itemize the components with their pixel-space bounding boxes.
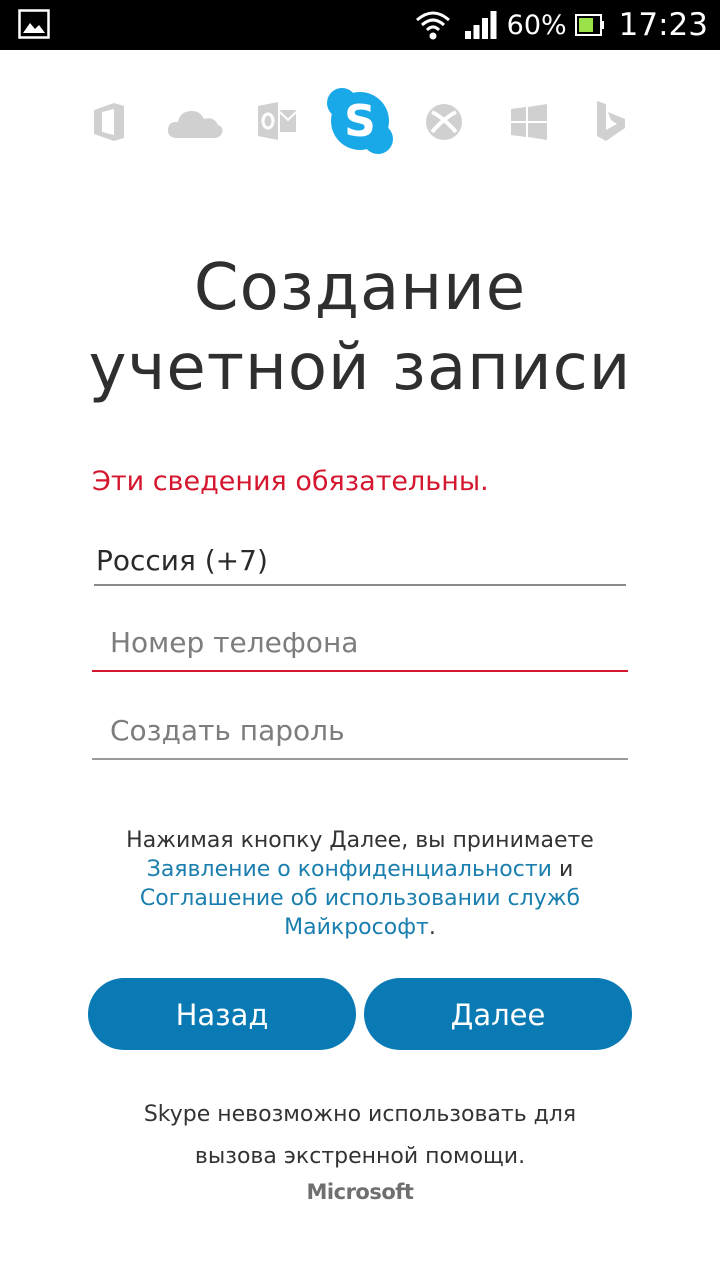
password-field-wrapper: [92, 702, 628, 760]
page-title-line1: Создание: [193, 251, 527, 325]
next-button[interactable]: Далее: [364, 978, 632, 1050]
terms-suffix: .: [428, 915, 436, 940]
phone-field-wrapper: [92, 614, 628, 672]
phone-number-input[interactable]: [92, 614, 628, 670]
services-agreement-link-line1[interactable]: Соглашение об использовании служб: [140, 886, 580, 911]
emergency-line1: Skype невозможно использовать для: [143, 1102, 577, 1127]
office-icon: [92, 102, 126, 142]
microsoft-logo: Microsoft: [306, 1180, 414, 1204]
services-agreement-link-line2[interactable]: Майкрософт: [284, 915, 429, 940]
windows-icon: [510, 104, 548, 140]
terms-prefix: Нажимая кнопку Далее, вы принимаете: [126, 828, 594, 853]
battery-icon: [574, 14, 604, 36]
terms-text: Нажимая кнопку Далее, вы принимаете Заяв…: [60, 826, 660, 942]
page-title-line2: учетной записи: [88, 331, 632, 405]
status-bar: 60% 17:23: [0, 0, 720, 50]
country-select[interactable]: Россия (+7): [94, 542, 626, 586]
svg-text:S: S: [344, 96, 376, 147]
outlook-icon: [256, 100, 298, 142]
emergency-line2: вызова экстренной помощи.: [194, 1144, 526, 1169]
privacy-statement-link[interactable]: Заявление о конфиденциальности: [147, 857, 552, 882]
terms-conjunction: и: [551, 857, 574, 882]
country-select-value: Россия (+7): [96, 544, 268, 577]
gallery-icon: [18, 9, 50, 39]
page-title: Создание учетной записи: [0, 248, 720, 408]
onedrive-icon: [166, 106, 224, 140]
emergency-disclaimer: Skype невозможно использовать для вызова…: [140, 1094, 580, 1178]
microsoft-apps-row: S: [0, 84, 720, 164]
back-button[interactable]: Назад: [88, 978, 356, 1050]
battery-percent: 60%: [506, 9, 567, 41]
wifi-icon: [415, 11, 450, 40]
skype-icon: S: [326, 86, 394, 156]
xbox-icon: [424, 102, 464, 142]
signal-icon: [464, 11, 497, 39]
clock: 17:23: [618, 7, 708, 43]
bing-icon: [594, 100, 628, 142]
required-error-message: Эти сведения обязательны.: [92, 466, 489, 497]
create-password-input[interactable]: [92, 702, 628, 758]
